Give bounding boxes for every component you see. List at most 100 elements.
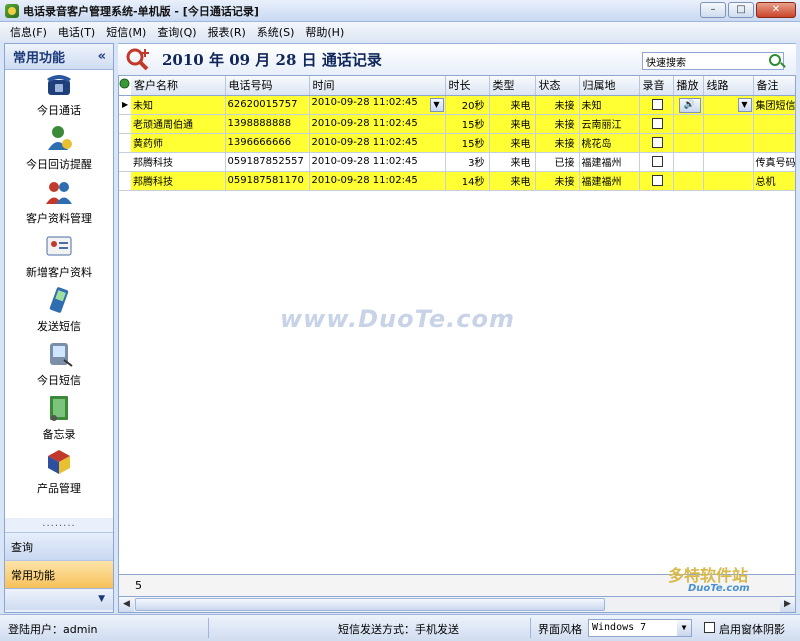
- scroll-left-icon[interactable]: ◀: [119, 597, 134, 612]
- cell-location[interactable]: 未知: [579, 95, 640, 115]
- sidebar-group-query[interactable]: 查询: [5, 532, 113, 560]
- menu-query[interactable]: 查询(Q): [157, 24, 196, 40]
- cell-location[interactable]: 云南丽江: [579, 114, 640, 134]
- table-row[interactable]: 邦腾科技 059187581170 2010-09-28 11:02:45 14秒 来电…: [119, 171, 795, 191]
- cell-line[interactable]: [703, 133, 754, 153]
- sidebar-item-send-sms[interactable]: 发送短信: [5, 286, 113, 340]
- sidebar-item-visit-reminder[interactable]: 今日回访提醒: [5, 124, 113, 178]
- cell-time[interactable]: 2010-09-28 11:02:45: [309, 152, 446, 172]
- sidebar-item-today-sms[interactable]: 今日短信: [5, 340, 113, 394]
- cell-status[interactable]: 未接: [535, 133, 580, 153]
- cell-status[interactable]: 未接: [535, 114, 580, 134]
- cell-type[interactable]: 来电: [489, 171, 536, 191]
- cell-time[interactable]: 2010-09-28 11:02:45: [309, 114, 446, 134]
- cell-time[interactable]: 2010-09-28 11:02:45: [309, 133, 446, 153]
- table-row[interactable]: 老顽通周伯通 1398888888 2010-09-28 11:02:45 15秒 来电…: [119, 114, 795, 134]
- sidebar-splitter[interactable]: ........: [5, 518, 113, 532]
- sidebar-item-memo[interactable]: 备忘录: [5, 394, 113, 448]
- search-icon[interactable]: [769, 54, 781, 66]
- menu-help[interactable]: 帮助(H): [305, 24, 344, 40]
- record-checkbox[interactable]: [651, 155, 663, 167]
- row-indicator[interactable]: [119, 133, 131, 153]
- cell-name[interactable]: 邦腾科技: [131, 152, 226, 172]
- row-indicator[interactable]: [119, 171, 131, 191]
- scroll-right-icon[interactable]: ▶: [780, 597, 795, 612]
- cell-duration[interactable]: 3秒: [445, 152, 490, 172]
- cell-record[interactable]: [639, 114, 674, 134]
- cell-play[interactable]: 🔊: [673, 95, 704, 115]
- cell-note[interactable]: 集团短信: [753, 95, 795, 115]
- cell-play[interactable]: [673, 133, 704, 153]
- cell-name[interactable]: 黄药师: [131, 133, 226, 153]
- cell-type[interactable]: 来电: [489, 152, 536, 172]
- shadow-checkbox[interactable]: [704, 622, 715, 633]
- cell-phone[interactable]: 62620015757: [225, 95, 310, 115]
- cell-type[interactable]: 来电: [489, 133, 536, 153]
- theme-select[interactable]: Windows 7 ▼: [588, 619, 692, 637]
- cell-note[interactable]: 传真号码: [753, 152, 795, 172]
- speaker-icon[interactable]: 🔊: [678, 97, 701, 113]
- record-checkbox[interactable]: [651, 117, 663, 129]
- maximize-button[interactable]: □: [728, 2, 754, 18]
- cell-line[interactable]: ▼: [703, 95, 754, 115]
- sidebar-item-add-customer[interactable]: 新增客户资料: [5, 232, 113, 286]
- record-checkbox[interactable]: [651, 174, 663, 186]
- column-header-name[interactable]: 客户名称: [131, 76, 226, 96]
- column-header-note[interactable]: 备注: [753, 76, 795, 96]
- cell-note[interactable]: [753, 133, 795, 153]
- collapse-icon[interactable]: «: [98, 49, 106, 64]
- cell-duration[interactable]: 15秒: [445, 114, 490, 134]
- cell-line[interactable]: [703, 152, 754, 172]
- cell-play[interactable]: [673, 152, 704, 172]
- table-row[interactable]: ▶ 未知 62620015757 2010-09-28 11:02:45 ▼ 20秒 来电 未…: [119, 95, 795, 115]
- cell-location[interactable]: 福建福州: [579, 171, 640, 191]
- sidebar-item-today-calls[interactable]: 今日通话: [5, 70, 113, 124]
- table-row[interactable]: 黄药师 1396666666 2010-09-28 11:02:45 15秒 来电 未接桃…: [119, 133, 795, 153]
- cell-duration[interactable]: 14秒: [445, 171, 490, 191]
- column-header-time[interactable]: 时间: [309, 76, 446, 96]
- cell-time[interactable]: 2010-09-28 11:02:45 ▼: [309, 95, 446, 115]
- cell-play[interactable]: [673, 114, 704, 134]
- sidebar-item-customer-management[interactable]: 客户资料管理: [5, 178, 113, 232]
- cell-status[interactable]: 未接: [535, 171, 580, 191]
- column-header-duration[interactable]: 时长: [445, 76, 490, 96]
- cell-status[interactable]: 未接: [535, 95, 580, 115]
- menu-report[interactable]: 报表(R): [208, 24, 246, 40]
- cell-name[interactable]: 邦腾科技: [131, 171, 226, 191]
- menu-sms[interactable]: 短信(M): [106, 24, 146, 40]
- sidebar-group-common[interactable]: 常用功能: [5, 560, 113, 588]
- cell-type[interactable]: 来电: [489, 95, 536, 115]
- cell-phone[interactable]: 1398888888: [225, 114, 310, 134]
- cell-phone[interactable]: 1396666666: [225, 133, 310, 153]
- cell-record[interactable]: [639, 171, 674, 191]
- cell-duration[interactable]: 15秒: [445, 133, 490, 153]
- record-checkbox[interactable]: [651, 136, 663, 148]
- cell-line[interactable]: [703, 171, 754, 191]
- minimize-button[interactable]: –: [700, 2, 726, 18]
- chevron-down-icon[interactable]: ▼: [98, 594, 105, 604]
- menu-info[interactable]: 信息(F): [10, 24, 47, 40]
- cell-record[interactable]: [639, 133, 674, 153]
- cell-phone[interactable]: 059187852557: [225, 152, 310, 172]
- cell-phone[interactable]: 059187581170: [225, 171, 310, 191]
- horizontal-scrollbar[interactable]: ◀ ▶: [118, 597, 796, 613]
- row-indicator[interactable]: [119, 114, 131, 134]
- column-header-record[interactable]: 录音: [639, 76, 674, 96]
- cell-line[interactable]: [703, 114, 754, 134]
- column-header-location[interactable]: 归属地: [579, 76, 640, 96]
- chevron-down-icon[interactable]: ▼: [677, 620, 691, 636]
- cell-record[interactable]: [639, 152, 674, 172]
- column-header-status[interactable]: 状态: [535, 76, 580, 96]
- cell-name[interactable]: 未知: [131, 95, 226, 115]
- cell-location[interactable]: 福建福州: [579, 152, 640, 172]
- cell-note[interactable]: [753, 114, 795, 134]
- row-indicator[interactable]: [119, 152, 131, 172]
- row-indicator[interactable]: ▶: [119, 95, 131, 115]
- sidebar-item-products[interactable]: 产品管理: [5, 448, 113, 502]
- table-row[interactable]: 邦腾科技 059187852557 2010-09-28 11:02:45 3秒 来电 已…: [119, 152, 795, 172]
- record-checkbox[interactable]: [651, 98, 663, 110]
- cell-status[interactable]: 已接: [535, 152, 580, 172]
- cell-record[interactable]: [639, 95, 674, 115]
- scroll-thumb[interactable]: [135, 598, 605, 611]
- column-header-phone[interactable]: 电话号码: [225, 76, 310, 96]
